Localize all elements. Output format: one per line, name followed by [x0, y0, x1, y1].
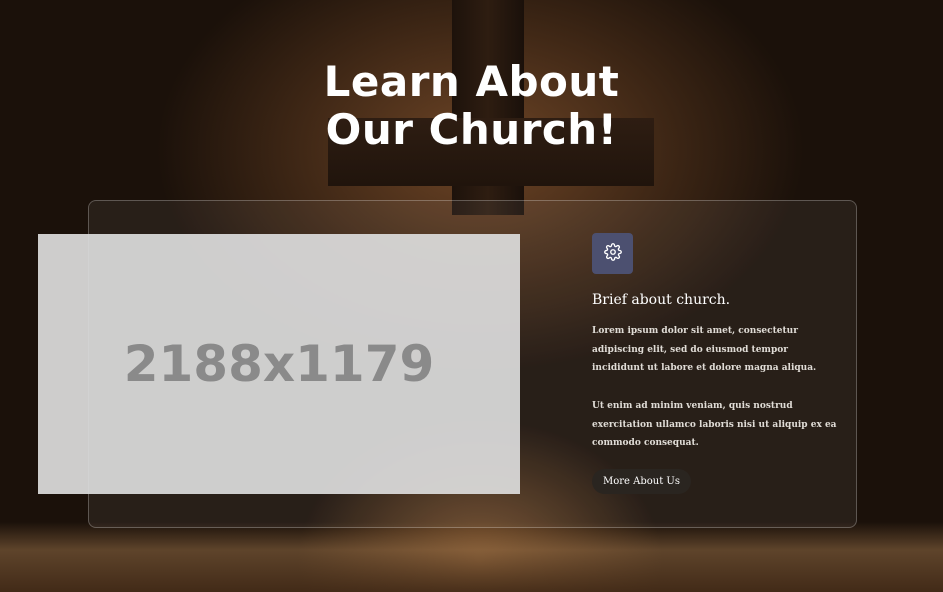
- card-paragraph-1: Lorem ipsum dolor sit amet, consectetur …: [592, 326, 817, 373]
- gear-icon: [603, 242, 622, 265]
- card-heading: Brief about church.: [592, 292, 731, 308]
- bible-book-image: [0, 522, 943, 592]
- card-paragraph-2: Ut enim ad minim veniam, quis nostrud ex…: [592, 401, 837, 448]
- page-title-line-2: Our Church!: [325, 105, 618, 154]
- more-about-us-button[interactable]: More About Us: [592, 469, 691, 494]
- gear-icon-box: [592, 233, 633, 274]
- page-title: Learn About Our Church!: [0, 58, 943, 154]
- image-placeholder: 2188x1179: [38, 234, 520, 494]
- page-title-line-1: Learn About: [323, 57, 620, 106]
